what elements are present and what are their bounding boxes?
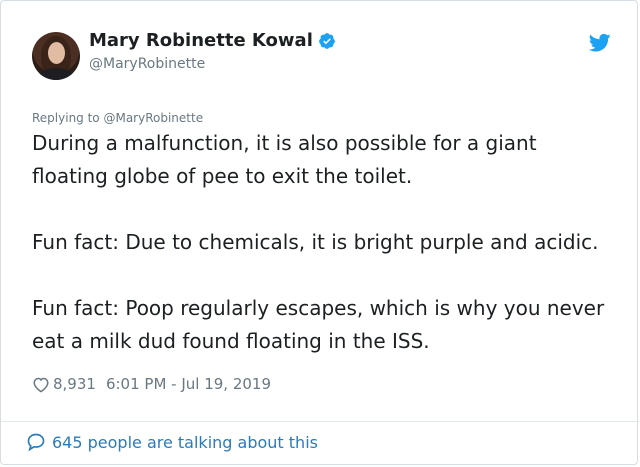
talking-about-text[interactable]: 645 people are talking about this xyxy=(52,433,318,452)
footer-divider xyxy=(1,421,639,422)
author-name-row[interactable]: Mary Robinette Kowal xyxy=(89,30,336,51)
verified-badge-icon xyxy=(319,32,335,49)
tweet-paragraph: Fun fact: Poop regularly escapes, which … xyxy=(32,296,605,353)
tweet-timestamp[interactable]: 6:01 PM - Jul 19, 2019 xyxy=(106,375,271,393)
profile-avatar[interactable] xyxy=(32,32,80,80)
conversation-link[interactable]: 645 people are talking about this xyxy=(26,432,318,452)
tweet-paragraph: Fun fact: Due to chemicals, it is bright… xyxy=(32,230,599,254)
twitter-bird-icon[interactable] xyxy=(589,33,611,53)
tweet-meta: 8,931 6:01 PM - Jul 19, 2019 xyxy=(32,375,271,393)
tweet-body: During a malfunction, it is also possibl… xyxy=(32,127,612,358)
tweet-card: Mary Robinette Kowal @MaryRobinette Repl… xyxy=(0,0,639,465)
replying-to-label[interactable]: Replying to @MaryRobinette xyxy=(32,111,203,125)
tweet-paragraph: During a malfunction, it is also possibl… xyxy=(32,131,537,188)
heart-icon[interactable] xyxy=(32,376,50,393)
avatar-shirt xyxy=(38,68,74,80)
author-handle[interactable]: @MaryRobinette xyxy=(89,56,205,72)
author-display-name[interactable]: Mary Robinette Kowal xyxy=(89,30,313,51)
like-count[interactable]: 8,931 xyxy=(53,375,96,393)
avatar-face xyxy=(48,42,65,64)
speech-bubble-icon xyxy=(27,433,45,452)
